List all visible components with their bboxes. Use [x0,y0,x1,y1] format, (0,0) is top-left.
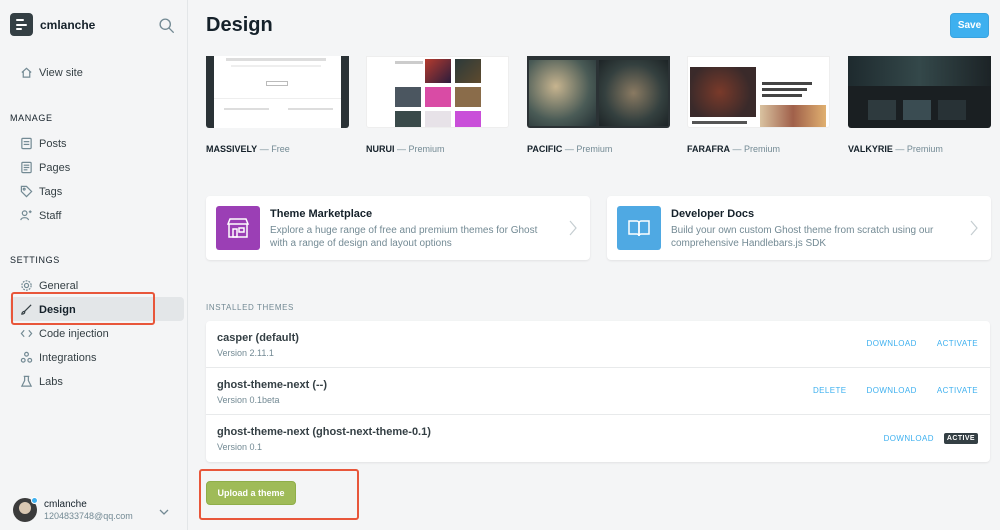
card-title: Developer Docs [671,208,755,220]
theme-card-farafra[interactable]: FARAFRA — Premium [687,56,830,154]
theme-card-valkyrie[interactable]: VALKYRIE — Premium [848,56,991,154]
theme-row-name: ghost-theme-next (ghost-next-theme-0.1) [217,426,431,438]
theme-thumbnail [366,56,509,128]
theme-name: FARAFRA [687,144,730,154]
theme-name: MASSIVELY [206,144,258,154]
activate-button[interactable]: ACTIVATE [937,339,978,348]
chevron-down-icon[interactable] [158,506,170,518]
theme-thumbnail [848,56,991,128]
active-badge: ACTIVE [943,433,978,444]
view-site-label: View site [39,66,83,79]
theme-thumbnail [687,56,830,128]
sidebar-item-posts[interactable]: Posts [20,137,67,150]
integrations-icon [20,351,33,364]
sidebar-item-label: Staff [39,209,62,222]
pages-icon [20,161,33,174]
code-icon [20,327,33,340]
sidebar-item-label: General [39,279,79,292]
view-site-link[interactable]: View site [20,66,83,79]
card-title: Theme Marketplace [270,208,373,220]
theme-row-version: Version 2.11.1 [217,348,274,358]
sidebar-item-label: Labs [39,375,63,388]
table-row: casper (default) Version 2.11.1 DOWNLOAD… [206,321,990,368]
main-content: Design Save MASSIVELY — Free NURUI — Pre… [188,0,1000,530]
theme-name: NURUI [366,144,395,154]
sidebar: cmlanche View site MANAGE Posts Pages Ta… [0,0,188,530]
tag-icon [20,185,33,198]
theme-name: PACIFIC [527,144,563,154]
sidebar-item-code-injection[interactable]: Code injection [20,327,109,340]
theme-thumbnail [206,56,349,128]
annotation-highlight-design [11,292,155,325]
theme-price: — Premium [895,144,943,154]
installed-themes-list: casper (default) Version 2.11.1 DOWNLOAD… [206,321,990,462]
chevron-right-icon [569,220,577,236]
labs-icon [20,375,33,388]
gear-icon [20,279,33,292]
user-email: 1204833748@qq.com [44,511,133,521]
installed-themes-title: INSTALLED THEMES [206,303,294,312]
developer-docs-card[interactable]: Developer Docs Build your own custom Gho… [607,196,991,260]
user-name: cmlanche [44,499,87,510]
sidebar-item-label: Posts [39,137,67,150]
card-description: Explore a huge range of free and premium… [270,225,538,249]
sidebar-item-label: Tags [39,185,63,198]
download-button[interactable]: DOWNLOAD [867,386,917,395]
annotation-highlight-upload [199,469,359,520]
posts-icon [20,137,33,150]
theme-row-version: Version 0.1 [217,442,263,452]
manage-section-title: MANAGE [10,113,53,123]
page-title: Design [206,14,273,36]
sidebar-item-staff[interactable]: Staff [20,209,61,222]
blog-name: cmlanche [40,17,96,32]
status-dot-icon [31,497,38,504]
theme-card-massively[interactable]: MASSIVELY — Free [206,56,349,154]
sidebar-item-pages[interactable]: Pages [20,161,70,174]
activate-button[interactable]: ACTIVATE [937,386,978,395]
sidebar-item-tags[interactable]: Tags [20,185,62,198]
theme-price: — Free [259,144,290,154]
sidebar-item-labs[interactable]: Labs [20,375,63,388]
store-icon [216,206,260,250]
theme-name: VALKYRIE [848,144,893,154]
sidebar-item-label: Pages [39,161,71,174]
theme-price: — Premium [397,144,445,154]
download-button[interactable]: DOWNLOAD [867,339,917,348]
theme-thumbnail [527,56,670,128]
chevron-right-icon [970,220,978,236]
sidebar-item-general[interactable]: General [20,279,78,292]
download-button[interactable]: DOWNLOAD [884,434,934,443]
card-description: Build your own custom Ghost theme from s… [671,225,934,249]
table-row: ghost-theme-next (ghost-next-theme-0.1) … [206,415,990,462]
sidebar-item-label: Code injection [39,327,109,340]
theme-row-version: Version 0.1beta [217,395,280,405]
home-icon [20,66,33,79]
save-button[interactable]: Save [950,13,989,38]
ghost-logo-icon [10,13,33,36]
theme-price: — Premium [732,144,781,154]
delete-button[interactable]: DELETE [813,386,847,395]
theme-row-name: ghost-theme-next (--) [217,379,327,391]
blog-brand[interactable]: cmlanche [10,13,95,36]
theme-card-pacific[interactable]: PACIFIC — Premium [527,56,670,154]
table-row: ghost-theme-next (--) Version 0.1beta DE… [206,368,990,415]
theme-card-nurui[interactable]: NURUI — Premium [366,56,509,154]
search-icon[interactable] [158,17,175,34]
settings-section-title: SETTINGS [10,255,60,265]
sidebar-item-integrations[interactable]: Integrations [20,351,96,364]
book-icon [617,206,661,250]
theme-row-name: casper (default) [217,332,299,344]
theme-marketplace-card[interactable]: Theme Marketplace Explore a huge range o… [206,196,590,260]
staff-icon [20,209,33,222]
sidebar-item-label: Integrations [39,351,97,364]
theme-price: — Premium [564,144,613,154]
